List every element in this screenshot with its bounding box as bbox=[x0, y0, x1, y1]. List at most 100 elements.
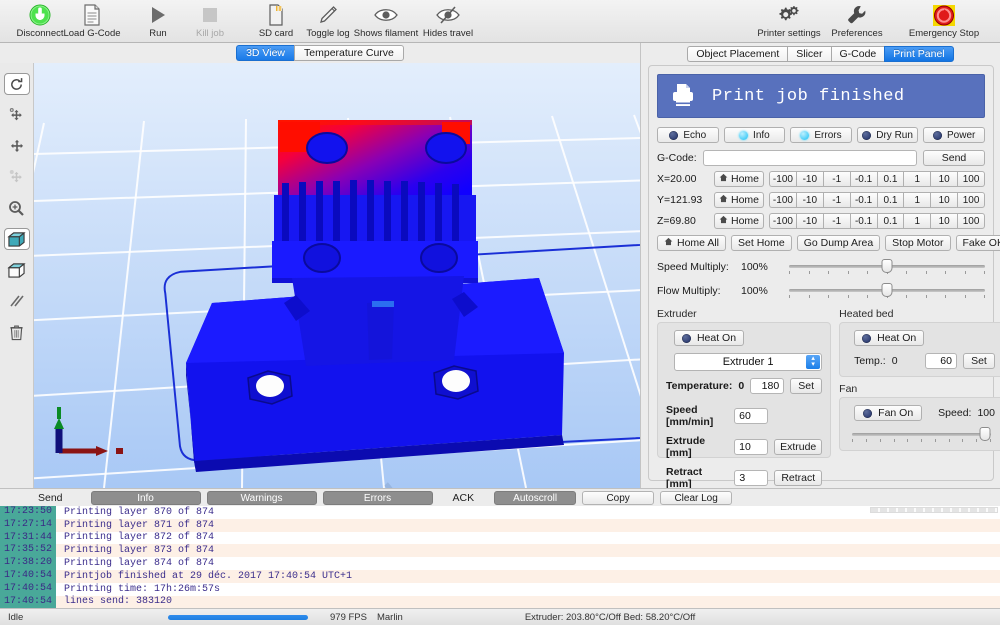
bed-heat-on-button[interactable]: Heat On bbox=[854, 330, 924, 346]
jog-step-button[interactable]: 100 bbox=[957, 171, 985, 187]
jog-step-button[interactable]: -10 bbox=[796, 213, 823, 229]
log-list[interactable]: 17:23:50 Printing layer 870 of 874 17:27… bbox=[0, 506, 1000, 609]
move-object-icon[interactable] bbox=[4, 104, 30, 126]
led-button-echo[interactable]: Echo bbox=[657, 127, 719, 143]
tab-3d-view[interactable]: 3D View bbox=[236, 45, 294, 61]
tab-object-placement[interactable]: Object Placement bbox=[687, 46, 787, 62]
delete-icon[interactable] bbox=[4, 321, 30, 343]
stop-motor-button[interactable]: Stop Motor bbox=[885, 235, 950, 251]
toolbar-button-hides-travel[interactable]: Hides travel bbox=[418, 2, 478, 39]
retract-button[interactable]: Retract bbox=[774, 470, 822, 486]
jog-step-button[interactable]: -10 bbox=[796, 171, 823, 187]
extruder-set-button[interactable]: Set bbox=[790, 378, 822, 394]
jog-step-button[interactable]: 100 bbox=[957, 192, 985, 208]
tab-print-panel[interactable]: Print Panel bbox=[884, 46, 953, 62]
slider-thumb[interactable] bbox=[882, 259, 893, 273]
toolbar-button-preferences[interactable]: Preferences bbox=[826, 2, 888, 39]
jog-step-button[interactable]: 0.1 bbox=[877, 213, 904, 229]
jog-step-button[interactable]: 10 bbox=[930, 171, 957, 187]
tab-temperature-curve[interactable]: Temperature Curve bbox=[294, 45, 404, 61]
log-copy-button[interactable]: Copy bbox=[582, 491, 654, 505]
home-x-button[interactable]: Home bbox=[714, 171, 764, 187]
go-dump-area-button[interactable]: Go Dump Area bbox=[797, 235, 880, 251]
fan-on-button[interactable]: Fan On bbox=[854, 405, 922, 421]
bed-set-button[interactable]: Set bbox=[963, 353, 995, 369]
speed-multiply-slider[interactable] bbox=[789, 259, 985, 275]
move-disabled-icon[interactable] bbox=[4, 166, 30, 188]
jog-step-button[interactable]: -1 bbox=[823, 171, 850, 187]
home-z-button[interactable]: Home bbox=[714, 213, 764, 229]
flow-multiply-slider[interactable] bbox=[789, 283, 985, 299]
jog-step-button[interactable]: -10 bbox=[796, 192, 823, 208]
toolbar-button-shows-filament[interactable]: Shows filament bbox=[354, 2, 418, 39]
jog-step-button[interactable]: -100 bbox=[769, 213, 796, 229]
jog-step-button[interactable]: 0.1 bbox=[877, 171, 904, 187]
led-button-errors[interactable]: Errors bbox=[790, 127, 852, 143]
slider-thumb[interactable] bbox=[980, 427, 991, 441]
extruder-temp-target-input[interactable] bbox=[750, 378, 784, 394]
log-horizontal-scrollbar[interactable] bbox=[870, 507, 998, 513]
jog-step-button[interactable]: 1 bbox=[903, 192, 930, 208]
solid-view-icon[interactable] bbox=[4, 228, 30, 250]
gcode-send-button[interactable]: Send bbox=[923, 150, 985, 166]
tab-gcode[interactable]: G-Code bbox=[831, 46, 885, 62]
toolbar-button-emergency-stop[interactable]: Emergency Stop bbox=[902, 2, 986, 39]
home-all-label: Home All bbox=[677, 236, 719, 251]
jog-step-button[interactable]: 10 bbox=[930, 192, 957, 208]
jog-step-button[interactable]: -100 bbox=[769, 171, 796, 187]
reset-view-icon[interactable] bbox=[4, 73, 30, 95]
toolbar-button-toggle-log[interactable]: Toggle log bbox=[302, 2, 354, 39]
chevron-updown-icon[interactable]: ▴▾ bbox=[806, 355, 820, 369]
log-autoscroll-button[interactable]: Autoscroll bbox=[494, 491, 576, 505]
toolbar-button-load-gcode[interactable]: Load G-Code bbox=[66, 2, 118, 39]
home-label: Home bbox=[731, 214, 759, 229]
tab-slicer[interactable]: Slicer bbox=[787, 46, 830, 62]
lines-view-icon[interactable] bbox=[4, 290, 30, 312]
3d-viewport[interactable] bbox=[34, 63, 640, 488]
emergency-stop-icon bbox=[932, 3, 956, 27]
log-filter-info-button[interactable]: Info bbox=[91, 491, 201, 505]
jog-step-button[interactable]: -0.1 bbox=[850, 192, 877, 208]
jog-step-button[interactable]: 0.1 bbox=[877, 192, 904, 208]
log-clear-button[interactable]: Clear Log bbox=[660, 491, 732, 505]
led-button-power[interactable]: Power bbox=[923, 127, 985, 143]
jog-step-button[interactable]: 1 bbox=[903, 171, 930, 187]
home-all-button[interactable]: Home All bbox=[657, 235, 726, 251]
toolbar-button-run[interactable]: Run bbox=[132, 2, 184, 39]
bed-temp-target-input[interactable] bbox=[925, 353, 957, 369]
jog-step-button[interactable]: 100 bbox=[957, 213, 985, 229]
led-button-dry-run[interactable]: Dry Run bbox=[857, 127, 919, 143]
jog-step-button[interactable]: -0.1 bbox=[850, 213, 877, 229]
led-label: Echo bbox=[683, 130, 706, 141]
speed-multiply-row: Speed Multiply: 100% bbox=[657, 259, 985, 275]
fake-ok-button[interactable]: Fake OK bbox=[956, 235, 1000, 251]
jog-step-button[interactable]: -1 bbox=[823, 192, 850, 208]
jog-step-button[interactable]: 10 bbox=[930, 213, 957, 229]
log-filter-warnings-button[interactable]: Warnings bbox=[207, 491, 317, 505]
log-row: 17:40:54 lines send: 383120 bbox=[0, 596, 1000, 609]
slider-thumb[interactable] bbox=[882, 283, 893, 297]
log-filter-errors-button[interactable]: Errors bbox=[323, 491, 433, 505]
wireframe-view-icon[interactable] bbox=[4, 259, 30, 281]
toolbar-button-kill-job[interactable]: Kill job bbox=[184, 2, 236, 39]
zoom-icon[interactable] bbox=[4, 197, 30, 219]
home-y-button[interactable]: Home bbox=[714, 192, 764, 208]
set-home-button[interactable]: Set Home bbox=[731, 235, 792, 251]
jog-step-button[interactable]: -0.1 bbox=[850, 171, 877, 187]
jog-step-button[interactable]: -100 bbox=[769, 192, 796, 208]
extruder-retract-input[interactable] bbox=[734, 470, 768, 486]
fan-speed-slider[interactable] bbox=[852, 427, 991, 443]
toolbar-button-disconnect[interactable]: Disconnect bbox=[14, 2, 66, 39]
toolbar-button-sd-card[interactable]: SD card bbox=[250, 2, 302, 39]
move-view-icon[interactable] bbox=[4, 135, 30, 157]
gcode-input[interactable] bbox=[703, 150, 917, 166]
extruder-extrude-input[interactable] bbox=[734, 439, 768, 455]
extruder-select[interactable]: Extruder 1 ▴▾ bbox=[674, 353, 822, 371]
extrude-button[interactable]: Extrude bbox=[774, 439, 822, 455]
jog-step-button[interactable]: 1 bbox=[903, 213, 930, 229]
led-button-info[interactable]: Info bbox=[724, 127, 786, 143]
toolbar-button-printer-settings[interactable]: Printer settings bbox=[752, 2, 826, 39]
extruder-heat-on-button[interactable]: Heat On bbox=[674, 330, 744, 346]
jog-step-button[interactable]: -1 bbox=[823, 213, 850, 229]
extruder-speed-input[interactable] bbox=[734, 408, 768, 424]
